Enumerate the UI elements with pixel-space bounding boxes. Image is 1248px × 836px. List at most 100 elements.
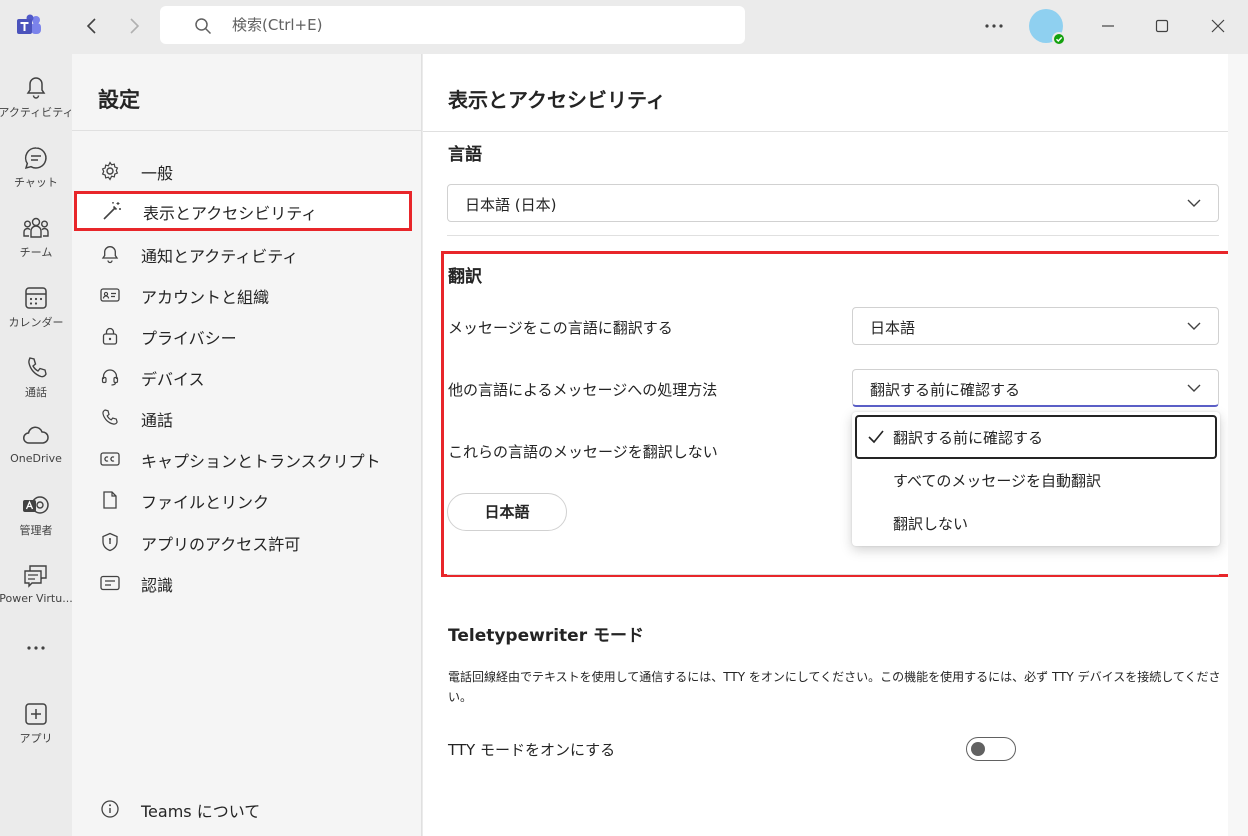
shield-icon bbox=[102, 532, 118, 552]
rail-label: Power Virtu... bbox=[0, 592, 73, 605]
dropdown-option[interactable]: 翻訳しない bbox=[855, 501, 1217, 545]
calendar-icon bbox=[25, 287, 47, 309]
settings-item-accounts[interactable]: アカウントと組織 bbox=[72, 275, 421, 315]
tty-toggle[interactable] bbox=[966, 737, 1016, 761]
message-handling-select[interactable]: 翻訳する前に確認する bbox=[852, 369, 1219, 407]
do-not-translate-label: これらの言語のメッセージを翻訳しない bbox=[448, 443, 718, 461]
more-options-icon[interactable] bbox=[980, 14, 1008, 38]
rail-label: アプリ bbox=[19, 732, 53, 745]
settings-item-label: 表示とアクセシビリティ bbox=[143, 204, 318, 223]
rail-item-calls[interactable]: 通話 bbox=[0, 344, 72, 410]
settings-item-recognition[interactable]: 認識 bbox=[72, 563, 421, 603]
rail-item-calendar[interactable]: カレンダー bbox=[0, 274, 72, 340]
translate-to-select[interactable]: 日本語 bbox=[852, 307, 1219, 345]
scrollbar[interactable] bbox=[1228, 54, 1248, 836]
rail-item-power-virtual-agents[interactable]: Power Virtu... bbox=[0, 552, 73, 618]
title-bar bbox=[0, 0, 1248, 54]
close-icon[interactable] bbox=[1206, 14, 1230, 38]
dropdown-option[interactable]: すべてのメッセージを自動翻訳 bbox=[855, 458, 1217, 502]
avatar[interactable] bbox=[1029, 9, 1066, 46]
search-icon bbox=[195, 18, 212, 35]
search-input[interactable] bbox=[232, 6, 732, 44]
message-handling-select-value: 翻訳する前に確認する bbox=[870, 381, 1021, 399]
rail-item-activity[interactable]: アクティビティ bbox=[0, 64, 74, 130]
message-handling-dropdown: 翻訳する前に確認する すべてのメッセージを自動翻訳 翻訳しない bbox=[852, 412, 1220, 546]
rail-item-admin[interactable]: 管理者 bbox=[0, 482, 72, 548]
chevron-down-icon bbox=[1187, 199, 1201, 207]
id-card-icon bbox=[100, 288, 120, 302]
presence-available-icon bbox=[1052, 32, 1066, 46]
settings-item-general[interactable]: 一般 bbox=[72, 151, 421, 191]
page-title: 表示とアクセシビリティ bbox=[448, 88, 666, 112]
settings-item-display-accessibility[interactable]: 表示とアクセシビリティ bbox=[74, 191, 412, 231]
rail-item-onedrive[interactable]: OneDrive bbox=[0, 412, 72, 478]
cc-icon bbox=[100, 452, 120, 466]
divider bbox=[72, 130, 421, 131]
more-apps-icon[interactable] bbox=[18, 638, 54, 658]
chevron-down-icon bbox=[1187, 384, 1201, 392]
divider bbox=[423, 131, 1228, 132]
settings-title: 設定 bbox=[98, 88, 140, 112]
text-box-icon bbox=[100, 575, 120, 591]
lock-icon bbox=[102, 327, 118, 345]
settings-item-captions[interactable]: キャプションとトランスクリプト bbox=[72, 439, 421, 479]
settings-item-calls[interactable]: 通話 bbox=[72, 398, 421, 438]
tty-toggle-label: TTY モードをオンにする bbox=[448, 741, 616, 759]
toggle-knob bbox=[971, 742, 985, 756]
translate-to-label: メッセージをこの言語に翻訳する bbox=[448, 319, 673, 337]
settings-item-label: 認識 bbox=[141, 576, 174, 595]
settings-item-about[interactable]: Teams について bbox=[72, 789, 421, 829]
language-heading: 言語 bbox=[448, 145, 482, 165]
search-box[interactable] bbox=[160, 6, 745, 44]
settings-item-label: プライバシー bbox=[141, 329, 237, 348]
rail-label: カレンダー bbox=[8, 316, 64, 329]
settings-item-label: 一般 bbox=[141, 164, 174, 183]
dropdown-option-label: 翻訳しない bbox=[893, 515, 969, 533]
power-virtual-agents-icon bbox=[24, 565, 47, 588]
rail-label: 通話 bbox=[25, 386, 47, 399]
language-select[interactable]: 日本語 (日本) bbox=[447, 184, 1219, 222]
settings-item-label: 通話 bbox=[141, 411, 174, 430]
back-arrow-icon[interactable] bbox=[80, 14, 104, 38]
gear-icon bbox=[101, 161, 119, 181]
dropdown-option[interactable]: 翻訳する前に確認する bbox=[855, 415, 1217, 459]
rail-label: アクティビティ bbox=[0, 106, 74, 119]
phone-icon bbox=[28, 357, 47, 378]
rail-item-chat[interactable]: チャット bbox=[0, 134, 72, 200]
rail-label: 管理者 bbox=[19, 524, 53, 537]
divider bbox=[447, 235, 1219, 236]
bell-icon bbox=[26, 77, 46, 99]
maximize-icon[interactable] bbox=[1150, 14, 1174, 38]
settings-item-app-permissions[interactable]: アプリのアクセス許可 bbox=[72, 522, 421, 562]
dropdown-option-label: 翻訳する前に確認する bbox=[893, 429, 1044, 447]
rail-item-teams[interactable]: チーム bbox=[0, 204, 72, 270]
minimize-icon[interactable] bbox=[1096, 14, 1120, 38]
settings-item-privacy[interactable]: プライバシー bbox=[72, 316, 421, 356]
teams-logo-icon bbox=[17, 14, 41, 34]
headset-icon bbox=[101, 369, 119, 386]
checkmark-icon bbox=[868, 430, 884, 444]
chevron-down-icon bbox=[1187, 322, 1201, 330]
settings-item-devices[interactable]: デバイス bbox=[72, 357, 421, 397]
cloud-icon bbox=[23, 426, 49, 444]
tty-description: 電話回線経由でテキストを使用して通信するには、TTY をオンにしてください。この… bbox=[448, 670, 1221, 704]
language-select-value: 日本語 (日本) bbox=[465, 196, 557, 214]
bell-icon bbox=[101, 246, 119, 264]
admin-icon bbox=[23, 496, 49, 514]
file-icon bbox=[103, 491, 117, 509]
settings-sidebar: 設定 一般 表示とアクセシビリティ 通知とアクティビティ アカウントと組織 プラ… bbox=[72, 54, 422, 836]
settings-item-label: デバイス bbox=[141, 370, 205, 389]
dropdown-option-label: すべてのメッセージを自動翻訳 bbox=[893, 472, 1102, 490]
rail-item-apps[interactable]: アプリ bbox=[0, 690, 72, 756]
language-chip[interactable]: 日本語 bbox=[447, 493, 567, 531]
settings-item-label: 通知とアクティビティ bbox=[141, 247, 299, 266]
settings-item-notifications[interactable]: 通知とアクティビティ bbox=[72, 234, 421, 274]
translation-heading: 翻訳 bbox=[448, 267, 482, 287]
rail-label: チャット bbox=[14, 176, 58, 189]
divider bbox=[447, 574, 1219, 575]
settings-item-files[interactable]: ファイルとリンク bbox=[72, 480, 421, 520]
settings-item-label: アカウントと組織 bbox=[141, 288, 270, 307]
info-icon bbox=[101, 800, 119, 818]
forward-arrow-icon[interactable] bbox=[122, 14, 146, 38]
settings-item-label: Teams について bbox=[141, 802, 261, 821]
